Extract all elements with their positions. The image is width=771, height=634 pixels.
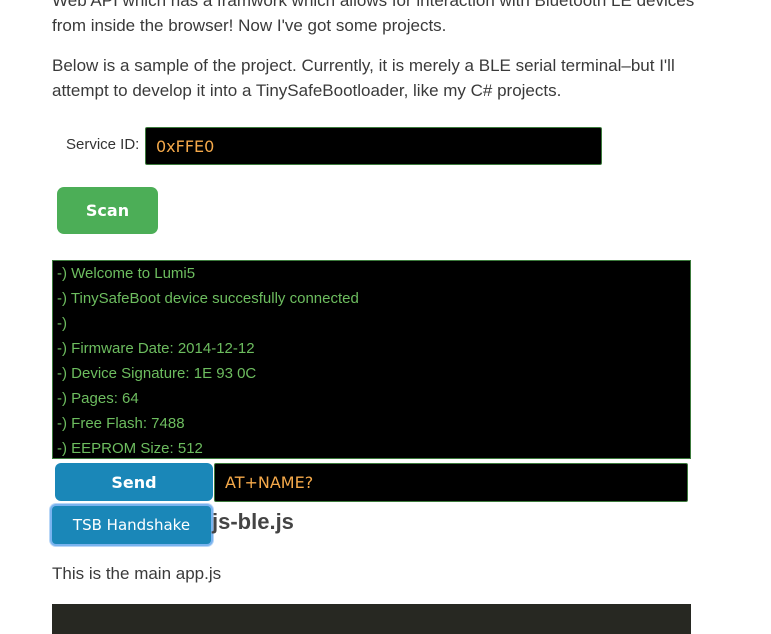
terminal-line: -) xyxy=(57,315,67,332)
terminal-line: -) Firmware Date: 2014-12-12 xyxy=(57,340,255,357)
scan-button[interactable]: Scan xyxy=(57,187,158,234)
service-id-input[interactable] xyxy=(145,127,602,165)
terminal-line: -) EEPROM Size: 512 xyxy=(57,440,203,457)
file-heading: js-ble.js xyxy=(212,509,294,534)
tsb-handshake-button[interactable]: TSB Handshake xyxy=(50,504,213,546)
terminal-line: -) Free Flash: 7488 xyxy=(57,415,185,432)
terminal-line: -) Welcome to Lumi5 xyxy=(57,265,196,282)
service-id-label: Service ID: xyxy=(66,136,140,153)
terminal-line: -) Device Signature: 1E 93 0C xyxy=(57,365,257,382)
terminal-line: -) TinySafeBoot device succesfully conne… xyxy=(57,290,359,307)
send-button[interactable]: Send xyxy=(55,463,213,501)
code-block xyxy=(52,604,691,634)
terminal-output[interactable]: -) Welcome to Lumi5 -) TinySafeBoot devic… xyxy=(52,260,691,459)
sample-description-paragraph: Below is a sample of the project. Curren… xyxy=(52,56,675,100)
command-input[interactable] xyxy=(214,463,688,502)
main-app-paragraph: This is the main app.js xyxy=(52,564,222,583)
terminal-line: -) Pages: 64 xyxy=(57,390,139,407)
intro-paragraph: Web API which has a framwork which allow… xyxy=(52,0,695,35)
